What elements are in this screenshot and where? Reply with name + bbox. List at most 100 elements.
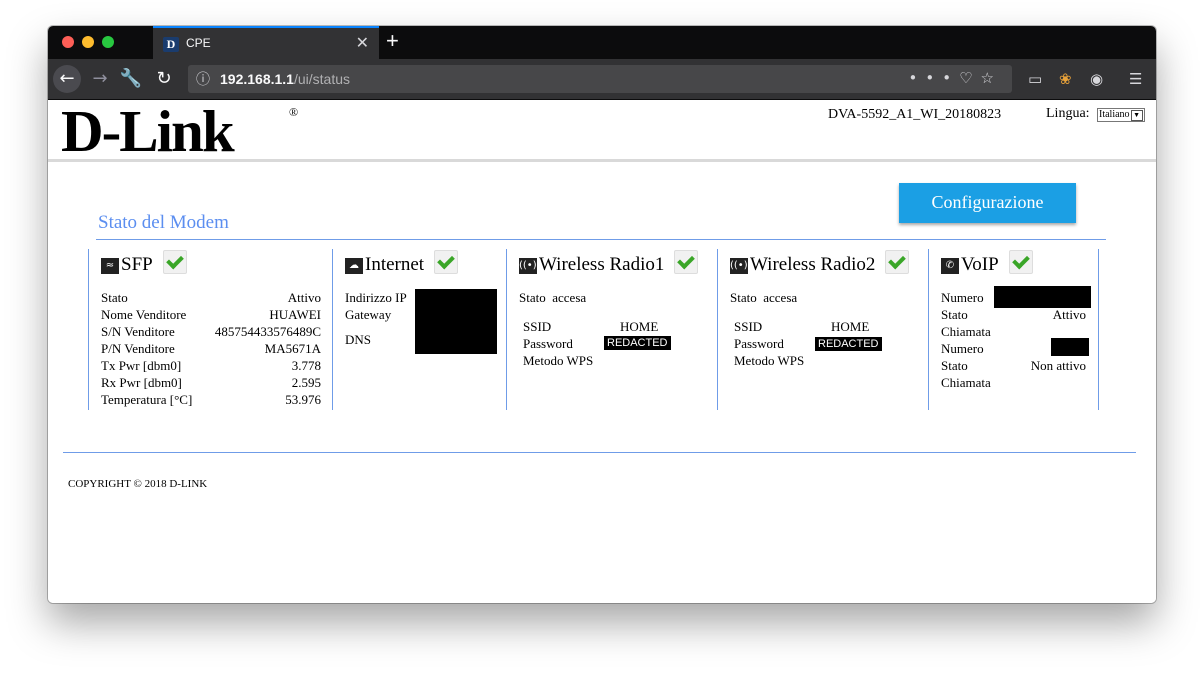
redacted-block <box>1051 338 1089 356</box>
radio2-title: Wireless Radio2 <box>750 254 876 275</box>
status-ok-icon <box>162 250 187 274</box>
router-status-page: D-Link ® DVA-5592_A1_WI_20180823 Lingua:… <box>48 100 1156 603</box>
dns-label: DNS <box>345 332 372 347</box>
numero-label: Numero <box>941 341 984 356</box>
internet-title: Internet <box>365 254 425 275</box>
tab-strip: D CPE ✕ + <box>48 26 1156 59</box>
password-label: Password <box>734 336 784 351</box>
ssid-value: HOME <box>620 319 659 334</box>
back-icon[interactable]: ← <box>53 65 81 93</box>
reload-icon[interactable]: ↻ <box>150 65 178 93</box>
status-ok-icon <box>1008 250 1033 274</box>
close-window-button[interactable] <box>62 36 74 48</box>
sfp-value: 53.976 <box>285 392 321 407</box>
ssid-label: SSID <box>523 319 552 334</box>
browser-window: D CPE ✕ + ← → 🔧 ↻ ⓘ 192.168.1.1/ui/statu… <box>48 26 1156 603</box>
password-value: REDACTED <box>815 337 882 351</box>
pocket-icon[interactable]: ♡ <box>959 69 980 87</box>
internet-panel: ☁ Internet Indirizzo IP Gateway DNS <box>332 249 507 410</box>
browser-tab[interactable]: D CPE ✕ <box>153 26 379 59</box>
radio2-state-label: Stato <box>730 290 757 305</box>
sfp-value: MA5671A <box>264 341 321 356</box>
sfp-value: 3.778 <box>291 358 321 373</box>
sfp-label: Nome Venditore <box>101 307 187 322</box>
status-ok-icon <box>674 250 699 274</box>
sfp-value: 485754433576489C <box>214 324 321 339</box>
chevron-down-icon: ▼ <box>1130 110 1143 121</box>
radio1-state-value: accesa <box>552 290 587 305</box>
status-ok-icon <box>885 250 910 274</box>
wps-label: Metodo WPS <box>523 353 594 368</box>
ssid-label: SSID <box>734 319 763 334</box>
dlink-favicon-icon: D <box>163 37 179 52</box>
navigation-toolbar: ← → 🔧 ↻ ⓘ 192.168.1.1/ui/status •••♡☆ ▭ … <box>48 59 1156 100</box>
sfp-label: Tx Pwr [dbm0] <box>101 358 182 373</box>
dlink-logo: D-Link <box>61 98 235 164</box>
registered-mark: ® <box>289 105 299 119</box>
state-value: Attivo <box>1052 307 1086 322</box>
url-text[interactable]: 192.168.1.1/ui/status <box>220 71 350 87</box>
info-icon[interactable]: ⓘ <box>196 69 210 89</box>
sfp-label: Rx Pwr [dbm0] <box>101 375 182 390</box>
wireless-radio1-panel: ((•))Wireless Radio1 Stato accesa SSID H… <box>506 249 718 410</box>
radio1-title: Wireless Radio1 <box>539 254 665 275</box>
extension-icon[interactable]: ◉ <box>1090 70 1103 88</box>
sfp-value: Attivo <box>287 290 321 305</box>
redacted-block <box>415 289 497 354</box>
cloud-icon: ☁ <box>345 258 363 274</box>
sfp-label: S/N Venditore <box>101 324 175 339</box>
menu-icon[interactable]: ☰ <box>1129 70 1142 88</box>
redacted-block <box>994 286 1091 308</box>
section-title: Stato del Modem <box>98 212 229 233</box>
model-version: DVA-5592_A1_WI_20180823 <box>828 107 1002 122</box>
sfp-value: 2.595 <box>291 375 321 390</box>
wrench-icon[interactable]: 🔧 <box>117 65 145 93</box>
sfp-value: HUAWEI <box>269 307 321 322</box>
phone-icon: ✆ <box>941 258 959 274</box>
copyright: COPYRIGHT © 2018 D-LINK <box>68 478 208 490</box>
language-label: Lingua: <box>1046 106 1090 121</box>
radio1-state-label: Stato <box>519 290 546 305</box>
sfp-label: Temperatura [°C] <box>101 392 193 407</box>
maximize-window-button[interactable] <box>102 36 114 48</box>
bookmark-star-icon[interactable]: ☆ <box>981 69 1002 87</box>
tab-close-icon[interactable]: ✕ <box>356 33 369 53</box>
section-divider <box>96 239 1106 240</box>
ip-label: Indirizzo IP <box>345 290 407 305</box>
fiber-icon: ≈ <box>101 258 119 274</box>
wireless-radio2-panel: ((•))Wireless Radio2 Stato accesa SSID H… <box>717 249 929 410</box>
state-label: Stato <box>941 307 968 322</box>
configuration-button[interactable]: Configurazione <box>899 183 1076 223</box>
wps-label: Metodo WPS <box>734 353 805 368</box>
wireless-icon: ((•)) <box>519 258 541 274</box>
footer-divider <box>63 452 1136 453</box>
gateway-label: Gateway <box>345 307 392 322</box>
sfp-title: SFP <box>121 254 153 275</box>
minimize-window-button[interactable] <box>82 36 94 48</box>
page-header: D-Link ® DVA-5592_A1_WI_20180823 Lingua:… <box>48 100 1156 162</box>
wireless-icon: ((•)) <box>730 258 752 274</box>
password-value: REDACTED <box>604 336 671 350</box>
voip-title: VoIP <box>961 254 999 275</box>
sfp-panel: ≈ SFP Stato Attivo Nome Venditore HUAWEI … <box>88 249 333 410</box>
sfp-label: Stato <box>101 290 128 305</box>
language-select[interactable]: Italiano ▼ <box>1097 108 1145 122</box>
extension-cookie-icon[interactable]: ❀ <box>1059 70 1072 88</box>
sfp-label: P/N Venditore <box>101 341 175 356</box>
call-label: Chiamata <box>941 375 991 390</box>
new-tab-icon[interactable]: + <box>386 28 399 54</box>
address-bar[interactable]: ⓘ 192.168.1.1/ui/status •••♡☆ <box>188 65 1012 93</box>
forward-icon[interactable]: → <box>86 65 114 93</box>
page-actions-icon[interactable]: ••• <box>909 69 960 87</box>
numero-label: Numero <box>941 290 984 305</box>
voip-panel: ✆ VoIP Numero Stato Chiamata Attivo Numer… <box>928 249 1099 410</box>
status-ok-icon <box>434 250 459 274</box>
password-label: Password <box>523 336 573 351</box>
call-label: Chiamata <box>941 324 991 339</box>
radio2-state-value: accesa <box>763 290 798 305</box>
state-value: Non attivo <box>1030 358 1086 373</box>
state-label: Stato <box>941 358 968 373</box>
sidebar-icon[interactable]: ▭ <box>1028 70 1042 88</box>
tab-title: CPE <box>186 36 211 50</box>
ssid-value: HOME <box>831 319 870 334</box>
